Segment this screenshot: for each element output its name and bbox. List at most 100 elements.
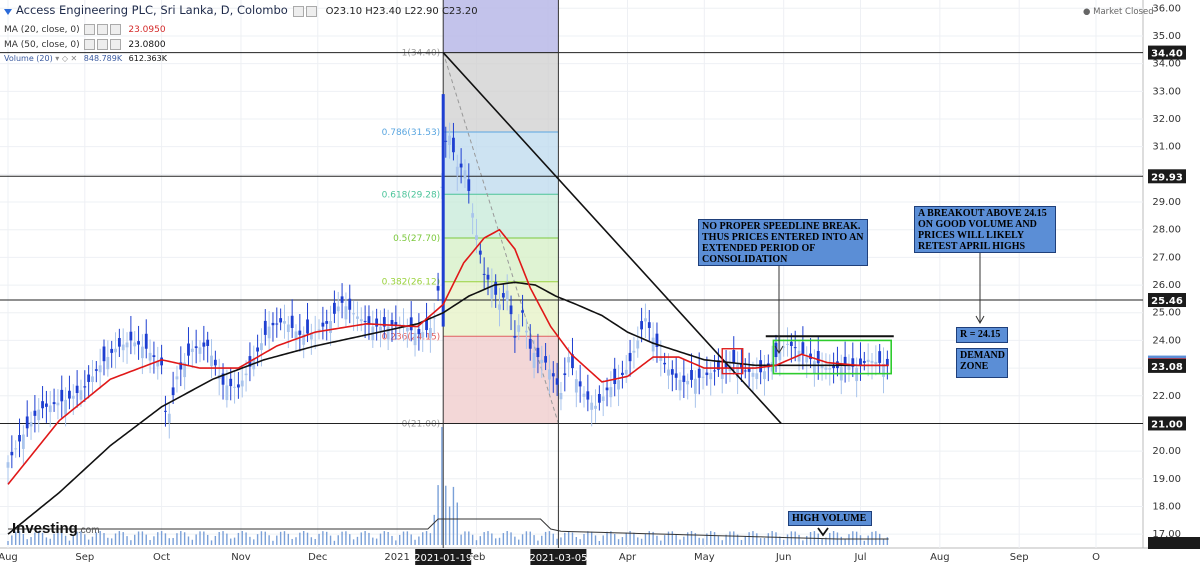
date-marker-label: 2021-03-05: [529, 553, 587, 564]
volume-bar: [272, 540, 274, 545]
y-tick-label: 18.00: [1152, 501, 1181, 512]
fib-zone: [443, 52, 559, 133]
volume-bar: [176, 533, 178, 545]
candle-body: [110, 348, 114, 353]
ma20-settings-icon[interactable]: [84, 24, 96, 35]
ma50-close-icon[interactable]: [110, 39, 122, 50]
candle-body: [29, 422, 33, 427]
fib-level-label: 0.786(31.53): [382, 128, 441, 138]
volume-bar: [233, 537, 236, 545]
candle-body: [363, 320, 367, 322]
volume-bar: [130, 540, 132, 545]
candle-body: [87, 374, 91, 382]
volume-bar: [660, 540, 662, 545]
ma20-visibility-icon[interactable]: [97, 24, 109, 35]
close-icon[interactable]: [305, 6, 317, 17]
candle-body: [525, 330, 528, 333]
candle-body: [651, 337, 655, 352]
volume-bar: [375, 538, 378, 545]
candle-body: [501, 293, 505, 298]
candle-body: [690, 369, 693, 380]
candle-body: [751, 372, 755, 377]
volume-bar: [637, 537, 639, 545]
y-tick-label: 29.00: [1152, 197, 1181, 208]
candle-body: [379, 326, 382, 331]
candle-body: [482, 273, 486, 275]
volume-bar: [199, 531, 201, 545]
x-tick-label: Aug: [930, 552, 950, 563]
candle-body: [555, 378, 559, 385]
candle-body: [582, 393, 586, 397]
fib-zone: [443, 336, 559, 424]
fib-level-label: 0.382(26.12): [382, 278, 441, 288]
volume-bar: [433, 514, 435, 545]
price-chart[interactable]: 1(34.40) 0.786(31.53) 0.618(29.28) 0.5(27.7…: [0, 0, 1200, 566]
candle-body: [509, 305, 513, 315]
ma50-visibility-icon[interactable]: [97, 39, 109, 50]
candle-body: [213, 359, 217, 366]
volume-bar: [782, 539, 785, 545]
volume-bar: [456, 502, 458, 545]
volume-bar: [817, 533, 819, 545]
volume-bar: [475, 540, 478, 545]
volume-bar: [203, 531, 205, 545]
candle-body: [436, 286, 440, 291]
volume-bar: [418, 536, 420, 545]
price-badge-label: 34.40: [1151, 49, 1183, 60]
annotation-resistance: R = 24.15: [956, 327, 1008, 343]
settings-icon[interactable]: [292, 6, 304, 17]
candle-body: [467, 179, 471, 191]
x-tick-label: Nov: [231, 552, 251, 563]
candle-body: [152, 355, 156, 358]
candle-body: [624, 369, 628, 375]
ma50-settings-icon[interactable]: [84, 39, 96, 50]
volume-bar: [122, 532, 124, 545]
volume-bar: [118, 531, 121, 545]
volume-bar: [291, 538, 293, 545]
candle-body: [678, 379, 682, 391]
fib-zone: [443, 132, 559, 195]
market-status: ● Market Closed: [1083, 7, 1154, 17]
candle-body: [405, 327, 409, 332]
candle-body: [444, 140, 448, 142]
x-tick-label: May: [694, 552, 715, 563]
candle-body: [578, 381, 582, 387]
candle-body: [237, 384, 240, 388]
candle-body: [240, 380, 244, 387]
candle-body: [79, 390, 83, 400]
volume-bar: [326, 531, 328, 545]
candle-body: [617, 380, 620, 390]
volume-bar: [733, 531, 735, 545]
candle-body: [321, 322, 325, 327]
volume-bar: [310, 537, 313, 545]
volume-bar: [183, 532, 186, 545]
candle-body: [283, 321, 286, 324]
candle-body: [532, 352, 536, 368]
volume-bar: [663, 535, 666, 545]
volume-bar: [648, 531, 650, 545]
volume-bar: [821, 538, 823, 545]
candle-body: [548, 369, 551, 380]
x-tick-label: O: [1092, 552, 1100, 563]
candle-body: [828, 368, 832, 370]
volume-bar: [683, 536, 685, 545]
candle-body: [597, 394, 601, 403]
volume-bar: [164, 533, 167, 545]
y-tick-label: 27.00: [1152, 252, 1181, 263]
volume-bar: [322, 531, 324, 545]
candle-body: [340, 296, 344, 303]
fib-level-label: 0.5(27.70): [393, 234, 440, 244]
x-tick-label: Sep: [1010, 552, 1029, 563]
y-tick-label: 34.00: [1152, 59, 1181, 70]
volume-bar: [356, 536, 359, 545]
volume-dropdown-icon[interactable]: ▾ ◇ ✕: [55, 54, 77, 63]
ma20-close-icon[interactable]: [110, 24, 122, 35]
volume-bar: [610, 531, 612, 545]
x-tick-label: 2021: [384, 552, 409, 563]
volume-bar: [533, 535, 535, 545]
collapse-icon[interactable]: [4, 8, 12, 15]
volume-bar: [333, 540, 336, 545]
chart-background: [0, 0, 1200, 566]
candle-body: [498, 304, 501, 310]
candle-body: [233, 386, 236, 388]
